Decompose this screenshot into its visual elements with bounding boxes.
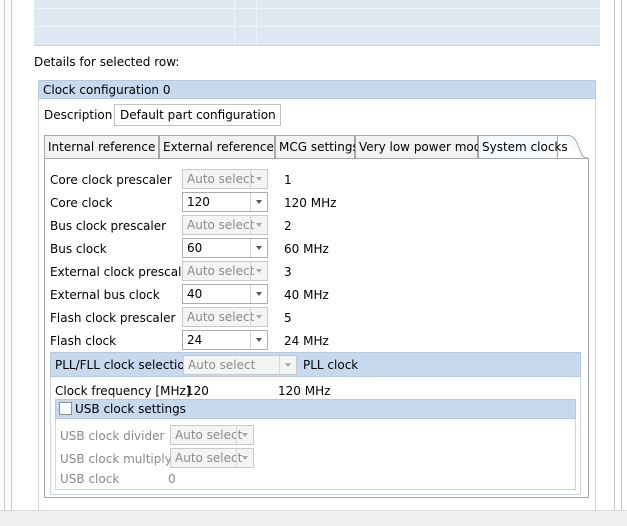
flash-clock-label: Flash clock bbox=[50, 334, 117, 348]
chevron-down-icon bbox=[250, 239, 267, 257]
combo-value: Auto select bbox=[187, 218, 255, 232]
details-label: Details for selected row: bbox=[34, 55, 180, 69]
flash-clock-combo[interactable]: 24 bbox=[182, 330, 268, 350]
frame-line-left-inner bbox=[11, 0, 12, 510]
usb-clock-value: 0 bbox=[168, 472, 176, 486]
bus-clock-prescaler-value: 2 bbox=[284, 219, 292, 233]
pll-fll-label: PLL/FLL clock selection bbox=[55, 358, 193, 372]
description-field[interactable]: Default part configuration bbox=[114, 104, 281, 126]
bus-clock-value: 60 MHz bbox=[284, 242, 329, 256]
combo-value: Auto select bbox=[175, 451, 243, 465]
bus-clock-label: Bus clock bbox=[50, 242, 107, 256]
external-bus-clock-value: 40 MHz bbox=[284, 288, 329, 302]
pll-fll-value: PLL clock bbox=[303, 358, 359, 372]
bus-clock-combo[interactable]: 60 bbox=[182, 238, 268, 258]
combo-value: 60 bbox=[187, 241, 203, 255]
core-clock-prescaler-value: 1 bbox=[284, 173, 292, 187]
external-clock-prescaler-combo[interactable]: Auto select bbox=[182, 261, 268, 281]
clock-frequency-unit: 120 MHz bbox=[278, 384, 331, 398]
core-clock-prescaler-label: Core clock prescaler bbox=[50, 173, 172, 187]
chevron-down-icon bbox=[250, 216, 267, 234]
usb-clock-label: USB clock bbox=[60, 472, 120, 486]
scroll-left-button[interactable] bbox=[0, 511, 16, 526]
external-bus-clock-label: External bus clock bbox=[50, 288, 160, 302]
chevron-down-icon bbox=[250, 308, 267, 326]
bus-clock-prescaler-combo[interactable]: Auto select bbox=[182, 215, 268, 235]
frame-line-right-inner bbox=[614, 0, 615, 510]
external-clock-prescaler-value: 3 bbox=[284, 265, 292, 279]
tab-label: Internal reference cl bbox=[48, 140, 170, 154]
clock-frequency-value: 120 bbox=[186, 384, 209, 398]
scroll-right-button[interactable] bbox=[611, 511, 627, 526]
tab-mcg-settings[interactable]: MCG settings bbox=[275, 135, 359, 158]
usb-clock-divider-combo[interactable]: Auto select bbox=[170, 425, 254, 445]
tab-label: MCG settings bbox=[279, 140, 359, 154]
flash-clock-prescaler-value: 5 bbox=[284, 311, 292, 325]
group-header: Clock configuration 0 bbox=[38, 80, 596, 99]
core-clock-value: 120 MHz bbox=[284, 196, 337, 210]
chevron-down-icon bbox=[250, 170, 267, 188]
bus-clock-prescaler-label: Bus clock prescaler bbox=[50, 219, 167, 233]
tab-internal-reference[interactable]: Internal reference cl bbox=[44, 135, 169, 158]
usb-clock-settings-checkbox[interactable] bbox=[59, 402, 72, 415]
frame-line-left-outer bbox=[4, 0, 5, 510]
tab-system-clocks[interactable]: System clocks bbox=[478, 135, 568, 158]
group-title: Clock configuration 0 bbox=[43, 83, 171, 97]
flash-clock-prescaler-combo[interactable]: Auto select bbox=[182, 307, 268, 327]
combo-value: Auto select bbox=[188, 358, 256, 372]
core-clock-combo[interactable]: 120 bbox=[182, 192, 268, 212]
external-bus-clock-combo[interactable]: 40 bbox=[182, 284, 268, 304]
pll-fll-combo[interactable]: Auto select bbox=[183, 355, 297, 375]
external-clock-prescaler-label: External clock prescaler bbox=[50, 265, 194, 279]
combo-value: 40 bbox=[187, 287, 203, 301]
tab-label: External reference cl bbox=[163, 140, 288, 154]
chevron-down-icon bbox=[250, 285, 267, 303]
tab-external-reference[interactable]: External reference cl bbox=[159, 135, 288, 158]
core-clock-prescaler-combo[interactable]: Auto select bbox=[182, 169, 268, 189]
configuration-table[interactable] bbox=[34, 0, 600, 46]
horizontal-scrollbar[interactable] bbox=[0, 510, 627, 526]
clock-frequency-label: Clock frequency [MHz] bbox=[55, 384, 191, 398]
usb-clock-settings-label: USB clock settings bbox=[75, 402, 186, 416]
chevron-down-icon bbox=[250, 262, 267, 280]
chevron-down-icon bbox=[250, 193, 267, 211]
tab-curve bbox=[556, 135, 588, 159]
tab-label: System clocks bbox=[482, 140, 568, 154]
chevron-down-icon bbox=[236, 449, 253, 467]
combo-value: 120 bbox=[187, 195, 210, 209]
usb-clock-multiply-label: USB clock multiply bbox=[60, 452, 172, 466]
usb-clock-divider-label: USB clock divider bbox=[60, 429, 165, 443]
combo-value: Auto select bbox=[187, 264, 255, 278]
combo-value: Auto select bbox=[187, 310, 255, 324]
core-clock-label: Core clock bbox=[50, 196, 113, 210]
chevron-down-icon bbox=[279, 356, 296, 374]
combo-value: Auto select bbox=[175, 428, 243, 442]
table-col-divider bbox=[256, 0, 257, 45]
flash-clock-prescaler-label: Flash clock prescaler bbox=[50, 311, 176, 325]
table-row bbox=[34, 8, 600, 9]
tab-label: Very low power mode bbox=[359, 140, 489, 154]
combo-value: 24 bbox=[187, 333, 203, 347]
flash-clock-value: 24 MHz bbox=[284, 334, 329, 348]
table-row bbox=[34, 26, 600, 27]
frame-line-right-outer bbox=[621, 0, 622, 510]
chevron-down-icon bbox=[250, 331, 267, 349]
usb-clock-multiply-combo[interactable]: Auto select bbox=[170, 448, 254, 468]
tab-very-low-power-mode[interactable]: Very low power mode bbox=[355, 135, 489, 158]
chevron-down-icon bbox=[236, 426, 253, 444]
description-label: Description bbox=[44, 108, 113, 122]
table-col-divider bbox=[234, 0, 235, 45]
combo-value: Auto select bbox=[187, 172, 255, 186]
